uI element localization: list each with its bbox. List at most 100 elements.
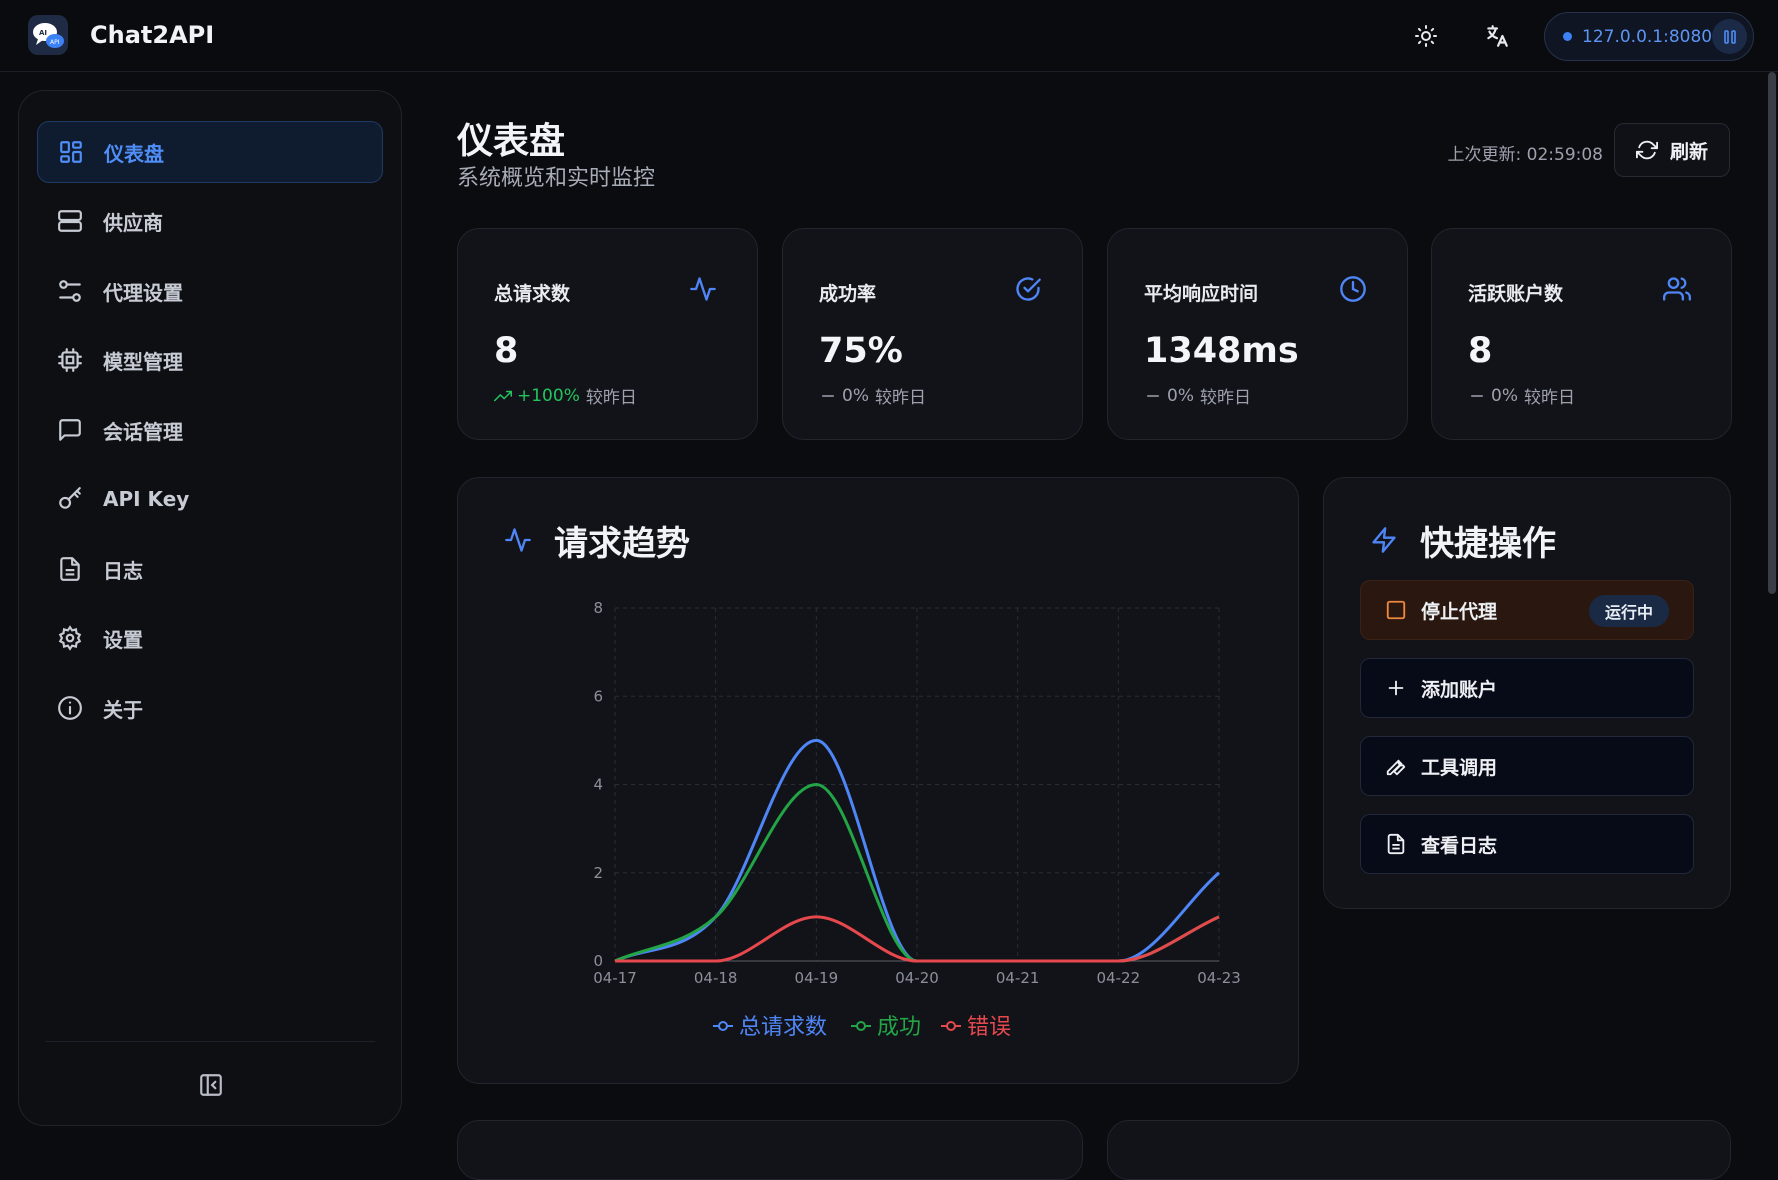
sidebar-item-session-management[interactable]: 会话管理 bbox=[37, 399, 383, 461]
page-title: 仪表盘 bbox=[457, 121, 566, 162]
svg-text:AI: AI bbox=[39, 29, 47, 37]
info-icon bbox=[55, 693, 85, 723]
stat-delta-suffix: 较昨日 bbox=[874, 388, 926, 408]
server-status-dot bbox=[1563, 32, 1572, 41]
request-trend-card: 请求趋势 0 2 4 6 8 04-17 04-18 04-19 04-20 04-21 04-22… bbox=[457, 477, 1299, 1084]
sidebar-item-label: 仪表盘 bbox=[104, 141, 164, 166]
quick-action-label: 添加账户 bbox=[1421, 678, 1498, 701]
sidebar-item-model-management[interactable]: 模型管理 bbox=[37, 329, 383, 391]
x-tick-label: 04-19 bbox=[795, 969, 839, 987]
y-tick-label: 4 bbox=[593, 776, 603, 794]
activity-icon bbox=[690, 277, 716, 301]
trending-up-icon bbox=[494, 390, 512, 401]
brand: AI API Chat2API bbox=[28, 15, 214, 55]
x-tick-label: 04-23 bbox=[1197, 969, 1241, 987]
users-icon bbox=[1663, 277, 1691, 301]
refresh-button[interactable]: 刷新 bbox=[1614, 123, 1730, 177]
server-status-pill[interactable]: 127.0.0.1:8080 bbox=[1544, 12, 1754, 61]
clock-icon bbox=[1340, 276, 1366, 302]
view-logs-button[interactable]: 查看日志 bbox=[1360, 814, 1694, 874]
y-tick-label: 8 bbox=[593, 599, 603, 617]
app-logo: AI API bbox=[28, 15, 68, 55]
quick-actions-card: 快捷操作 停止代理 运行中 添加账户 工具调用 查看日志 bbox=[1323, 477, 1731, 909]
panel-collapse-icon bbox=[200, 1074, 222, 1096]
sidebar-item-proxy-settings[interactable]: 代理设置 bbox=[37, 260, 383, 322]
stat-delta: 0% 较昨日 bbox=[819, 383, 926, 408]
sidebar-item-label: 会话管理 bbox=[103, 419, 183, 444]
legend-swatch-dot bbox=[946, 1021, 956, 1031]
sidebar: 仪表盘 供应商 代理设置 模型管理 会话管理 API Key 日志 设置 关于 bbox=[18, 90, 402, 1126]
stat-delta-suffix: 较昨日 bbox=[1523, 388, 1575, 408]
quick-actions-title: 快捷操作 bbox=[1420, 524, 1556, 564]
legend-swatch-dot bbox=[718, 1021, 728, 1031]
refresh-label: 刷新 bbox=[1669, 140, 1708, 163]
stat-value: 8 bbox=[494, 331, 519, 371]
theme-toggle-button[interactable] bbox=[1408, 18, 1444, 54]
sidebar-item-label: 代理设置 bbox=[103, 280, 183, 305]
check-circle-icon bbox=[1016, 277, 1041, 301]
stat-delta-value: 0% bbox=[842, 385, 869, 406]
y-tick-label: 0 bbox=[593, 952, 603, 970]
minus-icon bbox=[1147, 394, 1159, 397]
stat-card-active-accounts: 活跃账户数 8 0% 较昨日 bbox=[1431, 228, 1732, 440]
stat-title: 平均响应时间 bbox=[1144, 283, 1259, 305]
stat-delta: 0% 较昨日 bbox=[1144, 383, 1251, 408]
sidebar-item-label: 日志 bbox=[103, 558, 143, 583]
minus-icon bbox=[822, 394, 834, 397]
stop-square-icon bbox=[1386, 600, 1406, 620]
sun-icon bbox=[1415, 25, 1437, 47]
running-status-badge: 运行中 bbox=[1588, 595, 1669, 627]
stat-delta-value: 0% bbox=[1167, 385, 1194, 406]
svg-text:API: API bbox=[50, 39, 60, 46]
legend-label: 成功 bbox=[877, 1015, 921, 1040]
sidebar-divider bbox=[45, 1041, 375, 1042]
stat-delta: +100% 较昨日 bbox=[494, 383, 637, 408]
tool-call-button[interactable]: 工具调用 bbox=[1360, 736, 1694, 796]
pause-icon bbox=[1723, 29, 1736, 44]
page-scrollbar[interactable] bbox=[1768, 72, 1776, 594]
collapse-sidebar-button[interactable] bbox=[195, 1069, 227, 1101]
stat-title: 总请求数 bbox=[494, 283, 571, 305]
stat-card-total-requests: 总请求数 8 +100% 较昨日 bbox=[457, 228, 758, 440]
stat-title: 成功率 bbox=[819, 283, 877, 305]
x-tick-label: 04-20 bbox=[895, 969, 939, 987]
gear-icon bbox=[55, 623, 85, 653]
legend-label: 错误 bbox=[967, 1015, 1011, 1040]
stat-card-avg-response-time: 平均响应时间 1348ms 0% 较昨日 bbox=[1107, 228, 1408, 440]
app-title: Chat2API bbox=[90, 21, 215, 49]
bottom-card-right bbox=[1107, 1120, 1731, 1180]
sidebar-item-logs[interactable]: 日志 bbox=[37, 538, 383, 600]
request-trend-chart: 0 2 4 6 8 04-17 04-18 04-19 04-20 04-21 04-22 04-23… bbox=[593, 599, 1241, 1040]
stat-delta-suffix: 较昨日 bbox=[585, 388, 637, 408]
plus-icon bbox=[1388, 680, 1404, 696]
legend-swatch-dot bbox=[856, 1021, 866, 1031]
stat-delta-value: +100% bbox=[517, 385, 580, 406]
language-button[interactable] bbox=[1479, 18, 1515, 54]
stat-delta: 0% 较昨日 bbox=[1468, 383, 1575, 408]
minus-icon bbox=[1471, 394, 1483, 397]
quick-action-label: 工具调用 bbox=[1421, 756, 1498, 779]
stat-delta-value: 0% bbox=[1491, 385, 1518, 406]
quick-action-label: 停止代理 bbox=[1421, 600, 1498, 623]
sidebar-item-providers[interactable]: 供应商 bbox=[37, 190, 383, 252]
stat-value: 8 bbox=[1468, 331, 1493, 371]
server-address: 127.0.0.1:8080 bbox=[1582, 26, 1713, 47]
y-tick-label: 6 bbox=[593, 687, 603, 705]
x-tick-label: 04-21 bbox=[996, 969, 1040, 987]
pause-server-button[interactable] bbox=[1712, 19, 1747, 54]
legend-label: 总请求数 bbox=[739, 1015, 827, 1040]
server-icon bbox=[55, 206, 85, 236]
dashboard-grid-icon bbox=[56, 137, 86, 167]
sidebar-item-api-key[interactable]: API Key bbox=[37, 468, 383, 530]
sidebar-item-settings[interactable]: 设置 bbox=[37, 607, 383, 669]
file-text-icon bbox=[55, 554, 85, 584]
sliders-icon bbox=[55, 276, 85, 306]
stat-delta-suffix: 较昨日 bbox=[1199, 388, 1251, 408]
sidebar-item-dashboard[interactable]: 仪表盘 bbox=[37, 121, 383, 183]
x-tick-label: 04-18 bbox=[694, 969, 738, 987]
sidebar-item-about[interactable]: 关于 bbox=[37, 677, 383, 739]
stop-proxy-button[interactable]: 停止代理 运行中 bbox=[1360, 580, 1694, 640]
translate-icon bbox=[1487, 25, 1508, 47]
sidebar-item-label: 模型管理 bbox=[103, 349, 183, 374]
add-account-button[interactable]: 添加账户 bbox=[1360, 658, 1694, 718]
